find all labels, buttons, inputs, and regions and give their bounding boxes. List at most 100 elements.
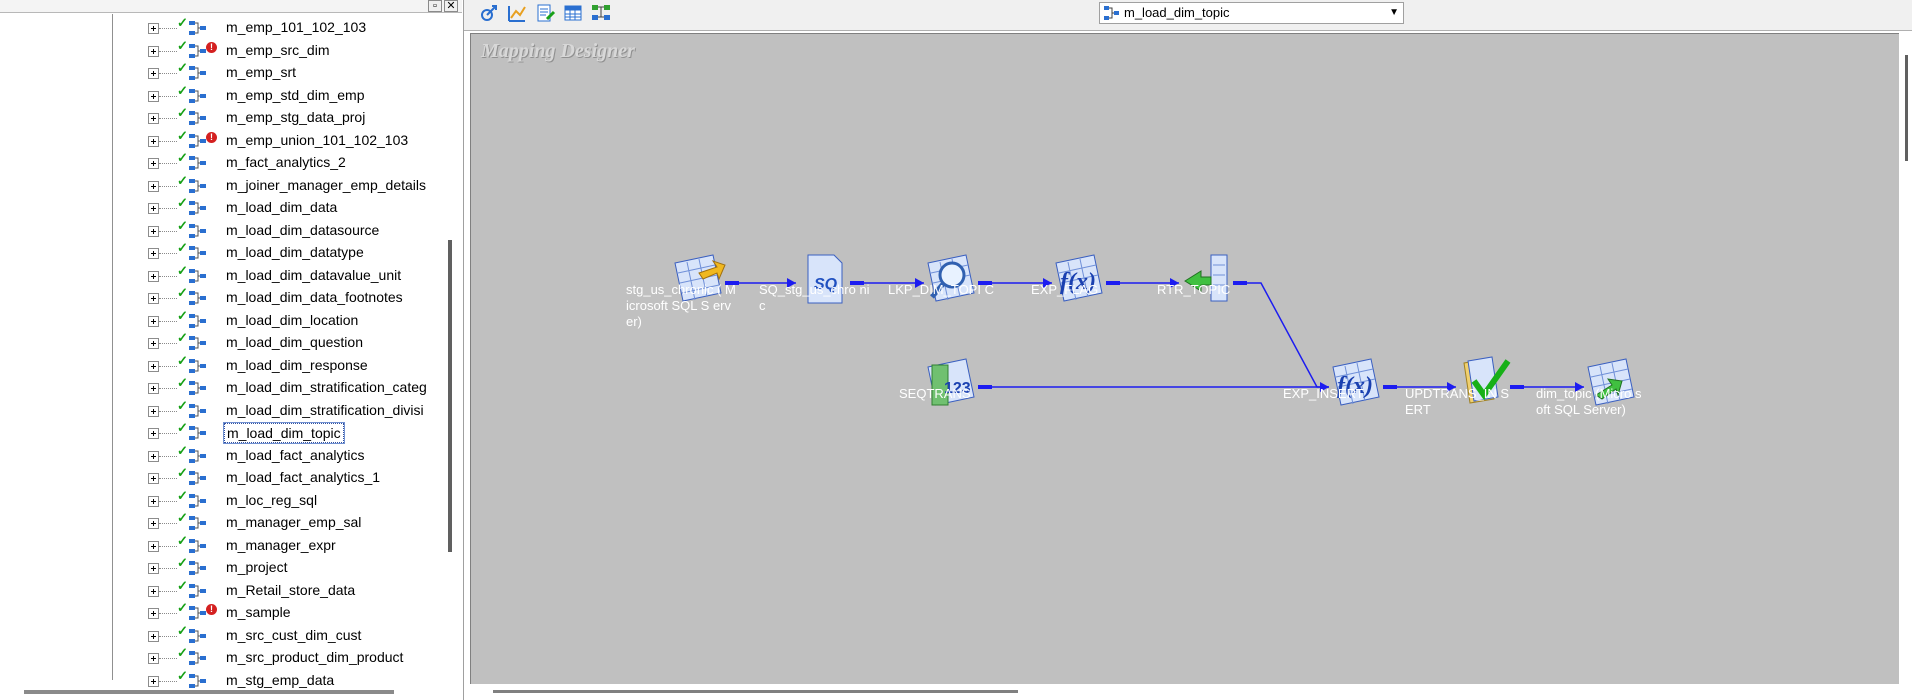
expand-icon[interactable] — [148, 225, 159, 237]
expand-icon[interactable] — [148, 383, 159, 394]
tree-item[interactable]: ✓ m_load_dim_topic — [0, 420, 440, 444]
expand-icon[interactable] — [148, 630, 159, 642]
expand-icon[interactable] — [148, 360, 159, 372]
tree-item[interactable]: ✓ m_load_dim_datasource — [0, 218, 440, 242]
expand-icon[interactable] — [148, 248, 159, 259]
tree-item[interactable]: ✓ m_load_fact_analytics_1 — [0, 465, 440, 489]
tree-item[interactable]: ✓ m_manager_emp_sal — [0, 510, 440, 534]
mapping-icon — [189, 448, 206, 463]
expand-icon[interactable] — [148, 450, 159, 462]
expand-icon[interactable] — [148, 495, 159, 507]
close-button[interactable]: ✕ — [444, 0, 458, 12]
tree-item[interactable]: ✓ m_load_dim_stratification_categ — [0, 375, 440, 399]
expand-icon[interactable] — [148, 315, 159, 327]
tree-item-label: m_joiner_manager_emp_details — [226, 176, 427, 193]
expand-icon[interactable] — [148, 563, 159, 574]
expand-icon[interactable] — [148, 270, 159, 282]
tree-item[interactable]: ✓ m_emp_std_dim_emp — [0, 83, 440, 107]
expand-icon[interactable] — [148, 293, 159, 304]
tree-item[interactable]: ✓ m_load_dim_data — [0, 195, 440, 219]
mapping-icon — [189, 471, 206, 485]
expand-icon[interactable] — [148, 135, 159, 147]
expand-icon[interactable] — [148, 540, 159, 552]
edit-button[interactable] — [534, 2, 558, 26]
tree-item[interactable]: ✓ m_project — [0, 555, 440, 579]
tree-item[interactable]: ✓ m_fact_analytics_2 — [0, 150, 440, 174]
mapping-icon — [189, 178, 206, 193]
tree-item-label: m_loc_reg_sql — [226, 491, 318, 508]
tree-connector — [159, 73, 177, 74]
expand-icon[interactable] — [148, 608, 159, 619]
transformation-wizard-icon — [508, 6, 526, 22]
expand-icon[interactable] — [148, 45, 159, 57]
expand-icon[interactable] — [148, 203, 159, 214]
tree-item[interactable]: ✓ m_src_product_dim_product — [0, 645, 440, 669]
tree-connector — [159, 118, 177, 119]
tree-item[interactable]: ✓ m_Retail_store_data — [0, 578, 440, 602]
expand-icon[interactable] — [148, 180, 159, 192]
tree-item[interactable]: ✓ m_loc_reg_sql — [0, 487, 440, 512]
mapping-select-value: m_load_dim_topic — [1124, 5, 1230, 20]
designer-horizontal-scrollbar[interactable] — [493, 690, 1018, 693]
tree-item[interactable]: ✓ m_load_dim_datavalue_unit — [0, 263, 440, 287]
tree-item-label: m_load_dim_stratification_categ — [226, 379, 427, 395]
arrange-button[interactable] — [478, 2, 502, 26]
designer-vertical-scrollbar[interactable] — [1905, 55, 1908, 161]
expand-icon[interactable] — [148, 23, 159, 34]
tree-item[interactable]: ✓ m_load_dim_response — [0, 353, 440, 377]
transformation-wizard-button[interactable] — [506, 2, 530, 26]
expand-icon[interactable] — [148, 90, 159, 102]
tree-item-label: m_sample — [226, 604, 291, 620]
expand-icon[interactable] — [148, 653, 159, 664]
tree-item[interactable]: ✓ m_load_fact_analytics — [0, 442, 440, 467]
tree-item-label: m_emp_srt — [226, 64, 297, 80]
expand-icon[interactable] — [148, 518, 159, 529]
mapping-designer-canvas[interactable]: Mapping Designer SQ f(x) 123 f(x) stg_us… — [470, 33, 1899, 684]
expand-icon[interactable] — [148, 473, 159, 484]
tree-item[interactable]: ✓ m_joiner_manager_emp_details — [0, 173, 440, 197]
mapping-icon — [189, 403, 206, 418]
tree-item[interactable]: ✓ m_load_dim_stratification_divisi — [0, 398, 440, 422]
mapping-icon — [189, 561, 206, 575]
valid-check-icon: ✓ — [177, 487, 188, 503]
expand-icon[interactable] — [148, 675, 159, 687]
warning-icon: ! — [206, 41, 217, 53]
transformation-label-tgt: dim_topic (Micro soft SQL Server) — [1536, 386, 1642, 417]
expand-icon[interactable] — [148, 585, 159, 597]
tree-item[interactable]: ✓! m_sample — [0, 600, 440, 624]
tree-item[interactable]: ✓! m_emp_src_dim — [0, 38, 440, 62]
tree-item[interactable]: ✓ m_emp_stg_data_proj — [0, 105, 440, 129]
chevron-down-icon[interactable]: ▼ — [1389, 7, 1399, 18]
tree-item[interactable]: ✓ m_stg_emp_data — [0, 668, 440, 692]
transformation-label-sq: SQ_stg_us_chro nic — [759, 282, 870, 313]
tree-item[interactable]: ✓ m_load_dim_datatype — [0, 240, 440, 264]
expand-icon[interactable] — [148, 158, 159, 169]
valid-check-icon: ✓ — [177, 442, 188, 458]
expand-icon[interactable] — [148, 68, 159, 79]
expand-icon[interactable] — [148, 428, 159, 439]
mapping-select[interactable]: m_load_dim_topic ▼ — [1099, 2, 1404, 24]
tree-connector — [159, 163, 177, 164]
tree-item[interactable]: ✓ m_load_dim_data_footnotes — [0, 285, 440, 309]
valid-check-icon: ✓ — [177, 555, 188, 570]
tree-item[interactable]: ✓ m_src_cust_dim_cust — [0, 623, 440, 647]
mapping-layout-button[interactable] — [590, 2, 614, 26]
expand-icon[interactable] — [148, 405, 159, 417]
tree-item[interactable]: ✓! m_emp_union_101_102_103 — [0, 127, 440, 152]
navigator-vertical-scrollbar[interactable] — [448, 240, 452, 552]
transformation-label-expflag: EXP_FLAG — [1031, 282, 1099, 297]
tree-item[interactable]: ✓ m_load_dim_question — [0, 330, 440, 354]
tree-item[interactable]: ✓ m_emp_srt — [0, 60, 440, 84]
tree-item[interactable]: ✓ m_load_dim_location — [0, 308, 440, 332]
tree-item[interactable]: ✓ m_manager_expr — [0, 533, 440, 557]
mapping-icon — [189, 156, 206, 170]
expand-icon[interactable] — [148, 338, 159, 349]
expand-icon[interactable] — [148, 113, 159, 124]
mapping-icon — [189, 246, 206, 260]
tree-item[interactable]: ✓ m_emp_101_102_103 — [0, 15, 440, 39]
tree-item-label: m_fact_analytics_2 — [226, 154, 346, 170]
table-button[interactable] — [562, 2, 586, 26]
navigator-horizontal-scrollbar[interactable] — [24, 690, 394, 694]
pin-button[interactable]: ▫ — [428, 0, 442, 12]
valid-check-icon: ✓ — [177, 127, 188, 143]
